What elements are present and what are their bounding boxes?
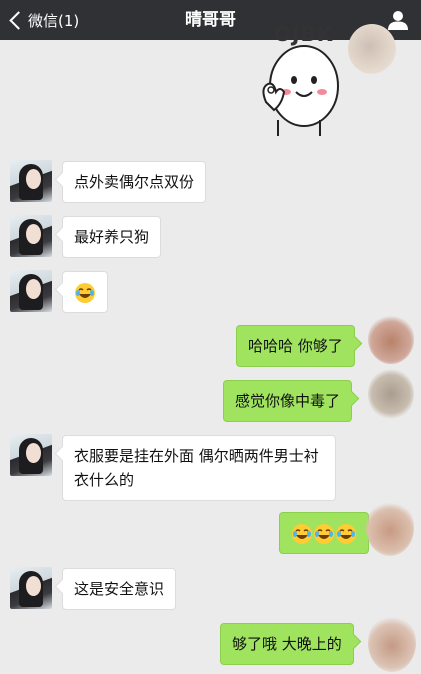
contact-avatar[interactable] [10,567,52,609]
message-bubble-outgoing[interactable]: 够了哦 大晚上的 [220,623,354,665]
crying-laughing-emoji-icon [336,523,356,544]
message-bubble-incoming[interactable]: 最好养只狗 [62,216,162,258]
crying-laughing-emoji-icon [292,523,312,544]
my-avatar[interactable] [362,498,416,556]
my-avatar[interactable] [364,366,418,424]
chevron-left-icon [9,10,28,30]
message-bubble-outgoing[interactable]: 哈哈哈 你够了 [236,325,355,367]
message-bubble-incoming[interactable]: 点外卖偶尔点双份 [62,161,207,203]
contact-avatar[interactable] [10,434,52,476]
message-bubble-incoming[interactable]: 衣服要是挂在外面 偶尔晒两件男士衬衣什么的 [62,435,336,501]
my-avatar[interactable] [364,312,418,370]
contact-avatar[interactable] [10,160,52,202]
contact-avatar[interactable] [10,270,52,312]
avatar-face [26,576,41,596]
avatar-face [26,169,41,189]
message-bubble-outgoing[interactable] [279,512,369,554]
ok-hand-cartoon-sticker[interactable] [258,40,342,140]
crying-laughing-emoji-icon [75,282,95,303]
back-button[interactable]: 微信(1) [8,0,79,40]
avatar-face [26,443,41,463]
avatar-face [26,279,41,299]
message-bubble-incoming[interactable] [62,271,108,313]
my-avatar[interactable] [364,612,418,672]
back-label: 微信(1) [28,11,80,30]
crying-laughing-emoji-icon [314,523,334,544]
my-avatar[interactable] [346,20,400,78]
message-bubble-outgoing[interactable]: 感觉你像中毒了 [223,380,353,422]
contact-avatar[interactable] [10,215,52,257]
avatar-face [26,224,41,244]
message-bubble-incoming[interactable]: 这是安全意识 [62,568,177,610]
